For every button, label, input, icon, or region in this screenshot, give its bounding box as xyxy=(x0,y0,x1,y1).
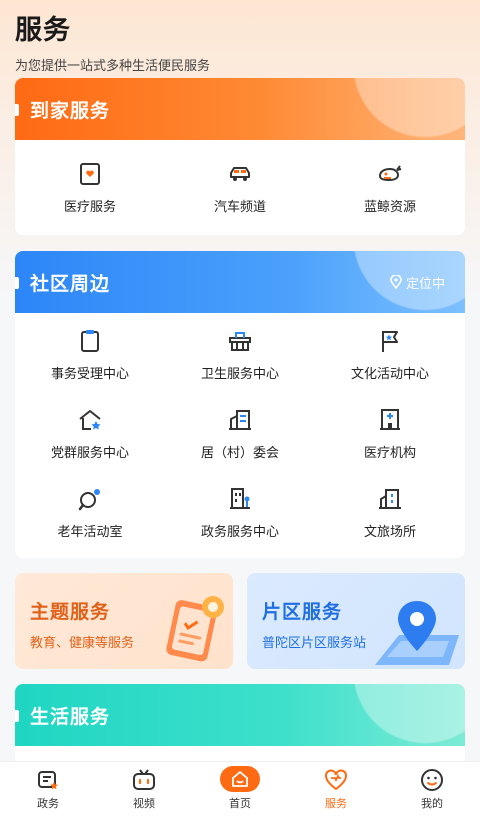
life-service-header: 生活服务 xyxy=(15,684,465,746)
community-card: 社区周边 定位中 事务受理中心 卫生服务中心 文化活动中心 党群服务中心 居（村… xyxy=(15,251,465,558)
community-title: 社区周边 xyxy=(30,273,111,295)
tv-icon xyxy=(133,769,155,790)
building-icon xyxy=(229,409,251,430)
whale-icon xyxy=(378,164,402,181)
tab-video[interactable]: 视频 xyxy=(96,762,192,817)
community-item-hospital[interactable]: 医疗机构 xyxy=(315,394,465,473)
sanitation-icon xyxy=(229,331,251,351)
home-item-whale[interactable]: 蓝鲸资源 xyxy=(315,148,465,227)
home-service-grid: 医疗服务 汽车频道 蓝鲸资源 xyxy=(15,140,465,235)
community-grid: 事务受理中心 卫生服务中心 文化活动中心 党群服务中心 居（村）委会 医疗机构 … xyxy=(15,313,465,558)
medical-box-icon xyxy=(80,162,100,185)
theme-service-promo[interactable]: 主题服务 教育、健康等服务 xyxy=(15,573,233,669)
community-item-committee[interactable]: 居（村）委会 xyxy=(165,394,315,473)
community-item-affairs[interactable]: 事务受理中心 xyxy=(15,315,165,394)
pingpong-icon xyxy=(78,488,100,510)
location-pin-icon xyxy=(390,275,402,289)
tab-government[interactable]: 政务 xyxy=(0,762,96,817)
hospital-icon xyxy=(380,408,400,430)
smile-icon xyxy=(421,769,443,791)
community-item-party[interactable]: 党群服务中心 xyxy=(15,394,165,473)
clipboard-illustration-icon xyxy=(166,596,224,662)
page-subtitle: 为您提供一站式多种生活便民服务 xyxy=(15,58,211,73)
community-item-senior[interactable]: 老年活动室 xyxy=(15,473,165,552)
tab-service[interactable]: 服务 xyxy=(288,762,384,817)
location-label: 定位中 xyxy=(405,275,445,291)
home-service-card: 到家服务 医疗服务 汽车频道 蓝鲸资源 xyxy=(15,78,465,235)
car-icon xyxy=(230,166,250,181)
home-item-medical[interactable]: 医疗服务 xyxy=(15,148,165,227)
clipboard-icon xyxy=(81,329,99,352)
page-header: 服务 为您提供一站式多种生活便民服务 xyxy=(15,8,210,74)
area-service-promo[interactable]: 片区服务 普陀区片区服务站 xyxy=(247,573,465,669)
community-item-health[interactable]: 卫生服务中心 xyxy=(165,315,315,394)
culture-building-icon xyxy=(379,488,401,509)
location-button[interactable]: 定位中 xyxy=(390,273,445,292)
tab-home[interactable]: 首页 xyxy=(192,762,288,817)
page-title: 服务 xyxy=(15,15,71,45)
community-header: 社区周边 定位中 xyxy=(15,251,465,313)
home-icon xyxy=(232,771,248,787)
map-pin-illustration-icon xyxy=(375,601,459,665)
home-button xyxy=(220,766,260,792)
heart-icon xyxy=(325,769,347,791)
home-service-title: 到家服务 xyxy=(30,100,111,122)
flag-icon xyxy=(382,330,398,352)
tab-mine[interactable]: 我的 xyxy=(384,762,480,817)
life-service-card: 生活服务 xyxy=(15,684,465,764)
home-service-header: 到家服务 xyxy=(15,78,465,140)
house-star-icon xyxy=(79,409,101,430)
gov-building-icon xyxy=(230,487,250,509)
community-item-culture[interactable]: 文化活动中心 xyxy=(315,315,465,394)
home-item-car[interactable]: 汽车频道 xyxy=(165,148,315,227)
government-icon xyxy=(38,771,58,790)
bottom-tab-bar: 政务 视频 首页 服务 我的 xyxy=(0,761,480,817)
life-service-title: 生活服务 xyxy=(30,706,111,728)
community-item-tourism[interactable]: 文旅场所 xyxy=(315,473,465,552)
community-item-gov[interactable]: 政务服务中心 xyxy=(165,473,315,552)
